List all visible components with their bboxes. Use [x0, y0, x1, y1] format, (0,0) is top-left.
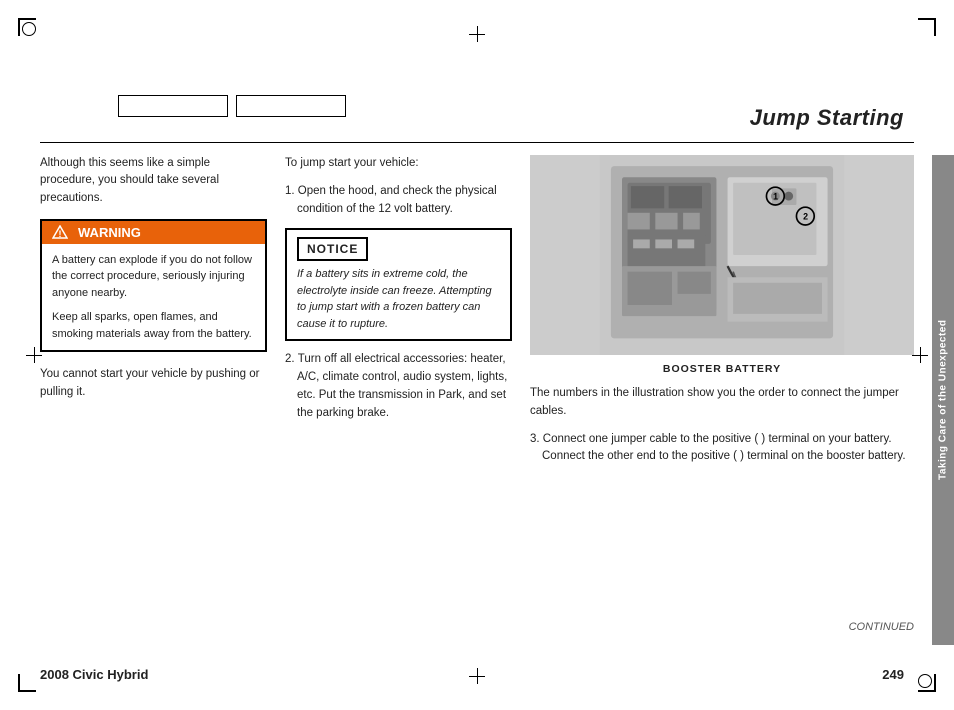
footer: 2008 Civic Hybrid 249: [40, 667, 904, 682]
footer-page-number: 249: [882, 667, 904, 682]
warning-body: A battery can explode if you do not foll…: [42, 244, 265, 351]
svg-text:!: !: [59, 229, 62, 239]
mid-column: To jump start your vehicle: 1. Open the …: [285, 155, 530, 645]
step-2-label: 2.: [285, 353, 295, 365]
page-header: Jump Starting: [0, 105, 954, 135]
page-title: Jump Starting: [750, 105, 904, 131]
warning-text-2: Keep all sparks, open flames, and smokin…: [52, 309, 255, 342]
right-column: 1 2 BOOSTER BATTERY The numbers in the i…: [530, 155, 914, 645]
left-column: Although this seems like a simple proced…: [40, 155, 285, 645]
content-area: Although this seems like a simple proced…: [40, 155, 914, 645]
crosshair-right: [912, 347, 928, 363]
step-2-text: Turn off all electrical accessories: hea…: [297, 353, 507, 418]
step-1: 1. Open the hood, and check the physical…: [285, 183, 512, 219]
continued-text: CONTINUED: [849, 621, 914, 633]
header-rule: [40, 142, 914, 143]
step-3-text: Connect one jumper cable to the positive…: [542, 433, 906, 463]
numbers-text: The numbers in the illustration show you…: [530, 385, 914, 421]
notice-header: NOTICE: [297, 237, 368, 261]
jump-steps: To jump start your vehicle: 1. Open the …: [285, 155, 512, 423]
step-1-text: Open the hood, and check the physical co…: [297, 185, 497, 215]
engine-bay-svg: 1 2: [530, 155, 914, 355]
notice-text: If a battery sits in extreme cold, the e…: [297, 266, 500, 332]
booster-label: BOOSTER BATTERY: [530, 363, 914, 375]
svg-text:1: 1: [773, 191, 778, 201]
warning-text-1: A battery can explode if you do not foll…: [52, 252, 255, 302]
corner-mark-tr: [918, 18, 936, 36]
crosshair-top: [469, 26, 485, 42]
notice-box: NOTICE If a battery sits in extreme cold…: [285, 228, 512, 341]
svg-text:2: 2: [803, 211, 808, 221]
circle-dot-br: [918, 674, 932, 688]
corner-mark-bl: [18, 674, 36, 692]
sidebar-taking-care: Taking Care of the Unexpected: [932, 155, 954, 645]
warning-box: ! WARNING A battery can explode if you d…: [40, 219, 267, 353]
warning-header: ! WARNING: [42, 221, 265, 244]
intro-text: Although this seems like a simple proced…: [40, 155, 267, 207]
step-3-label: 3.: [530, 433, 540, 445]
circle-dot-tl: [22, 22, 36, 36]
battery-image: 1 2: [530, 155, 914, 355]
step-3: 3. Connect one jumper cable to the posit…: [530, 431, 914, 467]
footer-car-model: 2008 Civic Hybrid: [40, 667, 148, 682]
step-1-label: 1.: [285, 185, 295, 197]
step-2: 2. Turn off all electrical accessories: …: [285, 351, 512, 422]
warning-triangle-icon: !: [52, 225, 68, 239]
jump-intro: To jump start your vehicle:: [285, 155, 512, 173]
warning-label: WARNING: [78, 225, 141, 240]
cannot-start-text: You cannot start your vehicle by pushing…: [40, 366, 267, 401]
